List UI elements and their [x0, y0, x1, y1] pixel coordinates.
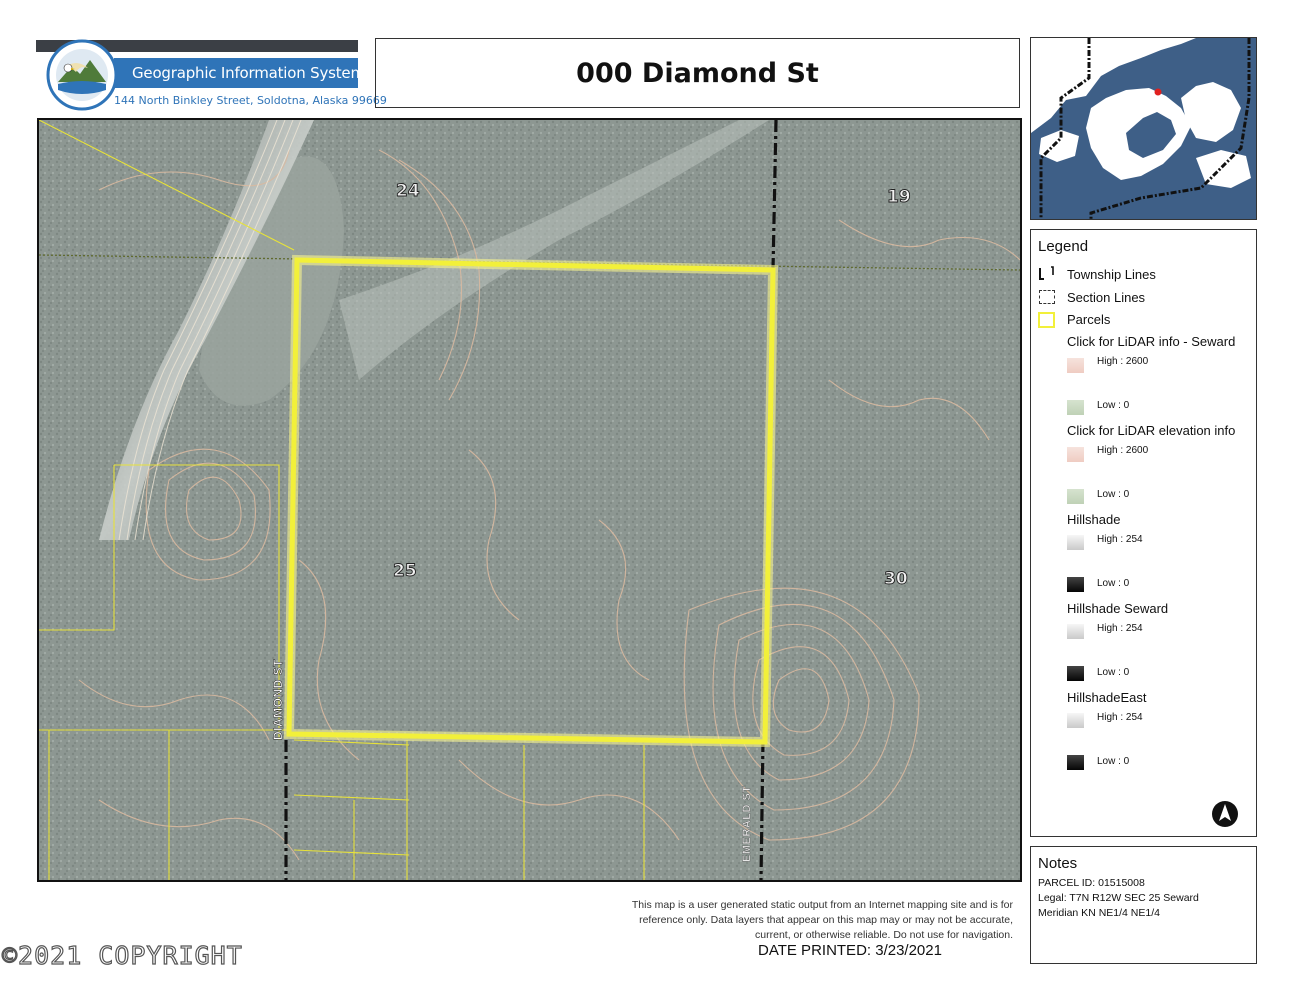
hillshade-high: High : 254 — [1097, 534, 1143, 545]
org-address: 144 North Binkley Street, Soldotna, Alas… — [114, 94, 387, 107]
north-arrow-icon — [1212, 801, 1238, 827]
township-line-icon — [1039, 266, 1054, 280]
copyright-watermark: ©2021 COPYRIGHT — [1, 940, 243, 970]
lidar-seward-high: High : 2600 — [1097, 356, 1149, 367]
hillshade-east-high-swatch — [1067, 713, 1084, 728]
lidar-seward-low-swatch — [1067, 400, 1084, 415]
legend-hillshade-seward: Hillshade Seward — [1067, 601, 1169, 616]
hillshade-east-low-swatch — [1067, 755, 1084, 770]
hillshade-east-low: Low : 0 — [1097, 756, 1130, 767]
section-label-24: 24 — [396, 181, 420, 201]
map-title: 000 Diamond St — [576, 57, 819, 89]
hillshade-seward-low: Low : 0 — [1097, 667, 1130, 678]
kpb-gis-logo: Geographic Information Systems 144 North… — [36, 38, 387, 112]
street-label-emerald: EMERALD ST — [741, 786, 753, 863]
disclaimer-line: current, or otherwise reliable. Do not u… — [755, 929, 1013, 941]
notes-title: Notes — [1038, 855, 1078, 872]
street-label-diamond: DIAMOND ST — [271, 659, 285, 740]
main-map[interactable]: 24 19 25 30 DIAMOND ST EMERALD ST — [37, 118, 1022, 882]
legend-lidar-elevation[interactable]: Click for LiDAR elevation info — [1067, 423, 1235, 438]
disclaimer: This map is a user generated static outp… — [600, 898, 1013, 943]
legend-hillshade-east: HillshadeEast — [1067, 690, 1147, 705]
notes-legal: Legal: T7N R12W SEC 25 Seward — [1038, 892, 1199, 904]
section-label-25: 25 — [393, 561, 417, 581]
date-printed: DATE PRINTED: 3/23/2021 — [758, 942, 942, 959]
hillshade-seward-high-swatch — [1067, 624, 1084, 639]
disclaimer-line: This map is a user generated static outp… — [631, 899, 1013, 911]
hillshade-seward-high: High : 254 — [1097, 623, 1143, 634]
legend-panel: Legend Township Lines Section Lines Parc… — [1030, 229, 1257, 837]
notes-panel: Notes PARCEL ID: 01515008 Legal: T7N R12… — [1030, 846, 1257, 964]
notes-meridian: Meridian KN NE1/4 NE1/4 — [1038, 907, 1160, 919]
hillshade-seward-low-swatch — [1067, 666, 1084, 681]
legend-township-lines: Township Lines — [1067, 267, 1156, 282]
hillshade-east-high: High : 254 — [1097, 712, 1143, 723]
disclaimer-line: reference only. Data layers that appear … — [639, 914, 1013, 926]
legend-lidar-seward[interactable]: Click for LiDAR info - Seward — [1067, 334, 1235, 349]
lidar-seward-low: Low : 0 — [1097, 400, 1130, 411]
section-label-30: 30 — [884, 569, 908, 589]
lidar-elevation-high: High : 2600 — [1097, 445, 1149, 456]
locator-inset-map[interactable] — [1030, 37, 1257, 220]
hillshade-low: Low : 0 — [1097, 578, 1130, 589]
borough-seal-icon — [46, 39, 118, 111]
lidar-seward-high-swatch — [1067, 358, 1084, 373]
parcel-icon — [1038, 312, 1055, 328]
legend-parcels: Parcels — [1067, 312, 1111, 327]
org-name: Geographic Information Systems — [132, 64, 373, 82]
hillshade-low-swatch — [1067, 577, 1084, 592]
hillshade-high-swatch — [1067, 535, 1084, 550]
legend-hillshade: Hillshade — [1067, 512, 1121, 527]
notes-parcel-id: PARCEL ID: 01515008 — [1038, 877, 1145, 889]
location-marker-icon — [1154, 88, 1162, 96]
lidar-elevation-high-swatch — [1067, 447, 1084, 462]
section-label-19: 19 — [887, 187, 911, 207]
legend-section-lines: Section Lines — [1067, 290, 1146, 305]
map-title-box: 000 Diamond St — [375, 38, 1020, 108]
lidar-elevation-low: Low : 0 — [1097, 489, 1130, 500]
lidar-elevation-low-swatch — [1067, 489, 1084, 504]
map-canvas: 24 19 25 30 DIAMOND ST EMERALD ST — [39, 120, 1020, 880]
legend-title: Legend — [1038, 238, 1089, 255]
section-line-icon — [1039, 290, 1055, 304]
